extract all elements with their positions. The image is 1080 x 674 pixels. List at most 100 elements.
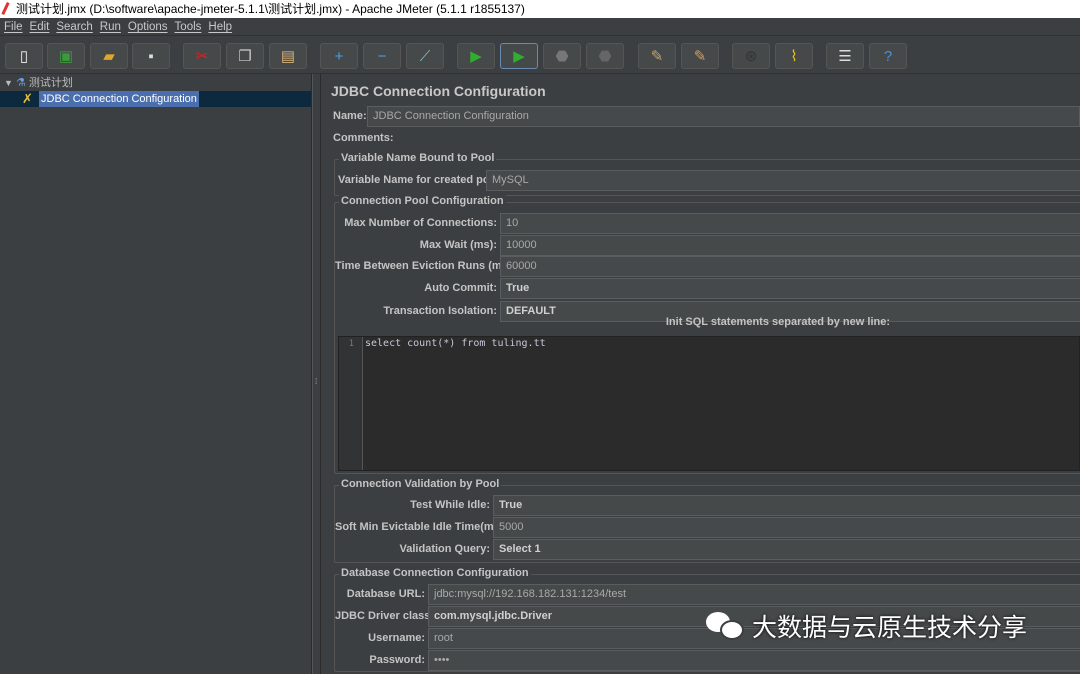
- field-label: Auto Commit:: [424, 282, 497, 294]
- menu-tools[interactable]: Tools: [171, 18, 202, 36]
- start-no-pauses-icon: ▶: [513, 48, 525, 65]
- toolbar: ▯ ▣ ▰ ▪ ✂ ❐ ▤ + − ⟋ ▶ ▶ ⬣ ⬣ ✎ ✎ ⊛ ⌇ ☰?: [0, 37, 1080, 74]
- variable-name-label: Variable Name for created pool:: [338, 174, 504, 186]
- split-pane-divider[interactable]: ⁞: [312, 74, 320, 674]
- clear-icon: ✎: [650, 48, 664, 65]
- field-label: Soft Min Evictable Idle Time(ms):: [335, 521, 508, 533]
- cut-icon: ✂: [195, 48, 209, 65]
- function-helper-button[interactable]: ☰: [826, 43, 864, 69]
- templates-icon: ▣: [58, 48, 74, 65]
- group-title: Database Connection Configuration: [339, 567, 531, 579]
- init-sql-text[interactable]: select count(*) from tuling.tt: [365, 337, 546, 351]
- menu-run[interactable]: Run: [96, 18, 121, 36]
- field-label: Validation Query:: [399, 543, 490, 555]
- templates-button[interactable]: ▣: [47, 43, 85, 69]
- group-title: Variable Name Bound to Pool: [339, 152, 497, 164]
- field-input[interactable]: 10: [500, 213, 1080, 234]
- tree-node-label: JDBC Connection Configuration: [39, 91, 199, 107]
- field-label: Max Number of Connections:: [344, 217, 497, 229]
- group-variable-name-bound: Variable Name Bound to Pool Variable Nam…: [334, 152, 1080, 196]
- field-label: Time Between Eviction Runs (ms):: [335, 260, 516, 272]
- menu-search[interactable]: Search: [52, 18, 92, 36]
- help-icon: ?: [883, 47, 893, 65]
- menu-bar: File Edit Search Run Options Tools Help: [0, 18, 1080, 36]
- group-title: Connection Validation by Pool: [339, 478, 502, 490]
- tree-node-jdbc-config[interactable]: ✗ JDBC Connection Configuration: [0, 91, 311, 107]
- clear-button[interactable]: ✎: [638, 43, 676, 69]
- paste-button[interactable]: ▤: [269, 43, 307, 69]
- menu-options[interactable]: Options: [124, 18, 168, 36]
- window-title: 测试计划.jmx (D:\software\apache-jmeter-5.1.…: [16, 2, 525, 16]
- menu-edit[interactable]: Edit: [26, 18, 50, 36]
- name-input[interactable]: JDBC Connection Configuration: [367, 106, 1080, 127]
- test-plan-tree: ▼ ⚗ 测试计划 ✗ JDBC Connection Configuration: [0, 74, 312, 674]
- copy-button[interactable]: ❐: [226, 43, 264, 69]
- save-button[interactable]: ▪: [132, 43, 170, 69]
- watermark-text: 大数据与云原生技术分享: [752, 613, 1028, 642]
- new-button[interactable]: ▯: [5, 43, 43, 69]
- tree-node-label: 测试计划: [28, 77, 73, 89]
- comments-label: Comments:: [333, 132, 394, 144]
- shutdown-icon: ⬣: [598, 48, 612, 65]
- shutdown-button[interactable]: ⬣: [586, 43, 624, 69]
- copy-icon: ❐: [238, 48, 252, 65]
- search-icon: ⊛: [744, 48, 758, 65]
- variable-name-input[interactable]: MySQL: [486, 170, 1080, 191]
- field-input[interactable]: 5000: [493, 517, 1080, 538]
- field-input[interactable]: 60000: [500, 256, 1080, 277]
- start-button[interactable]: ▶: [457, 43, 495, 69]
- field-input[interactable]: True: [493, 495, 1080, 516]
- new-icon: ▯: [19, 48, 29, 65]
- stop-icon: ⬣: [555, 48, 569, 65]
- field-input[interactable]: 10000: [500, 235, 1080, 256]
- menu-help[interactable]: Help: [204, 18, 232, 36]
- field-label: Password:: [369, 654, 425, 666]
- init-sql-editor[interactable]: 1 select count(*) from tuling.tt: [338, 336, 1080, 471]
- search-button[interactable]: ⊛: [732, 43, 770, 69]
- toggle-button[interactable]: ⟋: [406, 43, 444, 69]
- collapse-icon: −: [377, 47, 387, 65]
- config-panel: JDBC Connection Configuration Name: JDBC…: [320, 74, 1080, 674]
- grip-icon: ⁞: [315, 377, 318, 386]
- wechat-icon: [706, 610, 746, 642]
- group-title: Connection Pool Configuration: [339, 195, 506, 207]
- expand-arrow-icon[interactable]: ▼: [4, 78, 13, 88]
- clear-all-icon: ✎: [693, 48, 707, 65]
- expand-icon: +: [334, 47, 344, 65]
- line-number: 1: [339, 337, 363, 470]
- field-label: Max Wait (ms):: [419, 239, 497, 251]
- save-icon: ▪: [148, 47, 154, 65]
- flask-icon: ⚗: [15, 77, 26, 89]
- start-no-pauses-button[interactable]: ▶: [500, 43, 538, 69]
- field-input[interactable]: Select 1: [493, 539, 1080, 560]
- jmeter-feather-icon: [1, 1, 10, 16]
- field-label: JDBC Driver class:: [335, 610, 435, 622]
- toggle-icon: ⟋: [419, 47, 431, 65]
- field-label: Test While Idle:: [410, 499, 490, 511]
- function-helper-icon: ☰: [838, 48, 852, 65]
- open-icon: ▰: [103, 48, 115, 65]
- clear-all-button[interactable]: ✎: [681, 43, 719, 69]
- collapse-button[interactable]: −: [363, 43, 401, 69]
- stop-button[interactable]: ⬣: [543, 43, 581, 69]
- start-icon: ▶: [470, 48, 482, 65]
- field-label: Username:: [368, 632, 425, 644]
- cut-button[interactable]: ✂: [183, 43, 221, 69]
- field-input[interactable]: ••••: [428, 650, 1080, 671]
- window-title-bar: 测试计划.jmx (D:\software\apache-jmeter-5.1.…: [0, 0, 1080, 18]
- wrench-screwdriver-icon: ✗: [22, 91, 33, 106]
- name-label: Name:: [333, 110, 367, 122]
- group-connection-validation: Connection Validation by Pool Test While…: [334, 478, 1080, 563]
- open-button[interactable]: ▰: [90, 43, 128, 69]
- menu-file[interactable]: File: [0, 18, 23, 36]
- help-button[interactable]: ?: [869, 43, 907, 69]
- tree-node-test-plan[interactable]: ▼ ⚗ 测试计划: [4, 75, 73, 91]
- panel-title: JDBC Connection Configuration: [331, 83, 546, 99]
- reset-search-icon: ⌇: [790, 48, 798, 65]
- field-input[interactable]: True: [500, 278, 1080, 299]
- reset-search-button[interactable]: ⌇: [775, 43, 813, 69]
- paste-icon: ▤: [280, 48, 296, 65]
- field-label: Database URL:: [346, 588, 425, 600]
- expand-button[interactable]: +: [320, 43, 358, 69]
- field-input[interactable]: jdbc:mysql://192.168.182.131:1234/test: [428, 584, 1080, 605]
